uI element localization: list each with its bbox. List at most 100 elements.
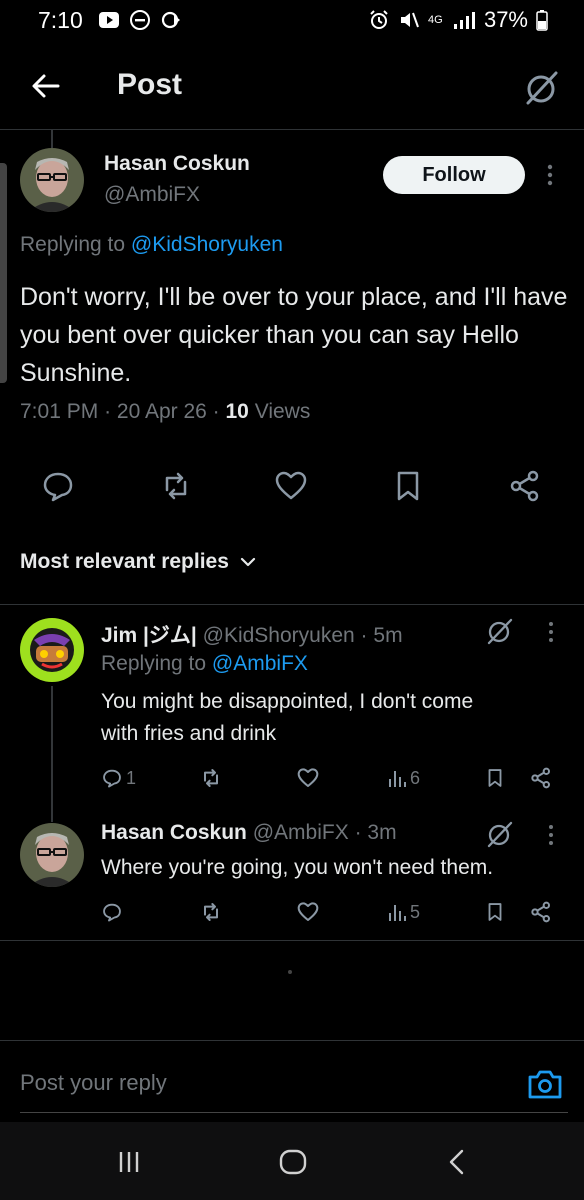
more-vertical-icon — [547, 164, 553, 186]
follow-button[interactable]: Follow — [383, 156, 525, 194]
grok-button[interactable] — [485, 616, 515, 646]
avatar[interactable] — [20, 148, 84, 212]
camera-icon — [528, 1070, 562, 1099]
post-date[interactable]: 20 Apr 26 — [117, 400, 207, 423]
like-button[interactable] — [296, 764, 320, 792]
like-button[interactable] — [296, 898, 320, 926]
grok-icon — [526, 71, 558, 105]
views-chart-icon — [389, 905, 406, 921]
post-time[interactable]: 7:01 PM — [20, 400, 98, 423]
avatar-image — [20, 823, 84, 887]
reply-sort-dropdown[interactable]: Most relevant replies — [20, 550, 257, 574]
reply-age[interactable]: 3m — [367, 821, 396, 844]
back-button[interactable] — [28, 68, 64, 104]
meta-separator: · — [212, 400, 220, 423]
reply-text-line: You might be disappointed, I don't come — [101, 690, 474, 713]
reply-text-line: Where you're going, you won't need them. — [101, 856, 494, 879]
post-text: Don't worry, I'll be over to your place,… — [20, 283, 568, 387]
avatar-image — [20, 148, 84, 212]
thread-connector — [51, 130, 53, 148]
share-icon — [510, 470, 539, 502]
reply-button[interactable]: 1 — [101, 764, 136, 792]
post-action-bar — [0, 468, 584, 508]
reply-composer: Post your reply — [0, 1040, 584, 1116]
more-vertical-icon — [549, 825, 553, 845]
avatar[interactable] — [20, 618, 84, 682]
thread-line — [51, 686, 53, 822]
views-count: 6 — [410, 767, 421, 788]
scroll-indicator[interactable] — [0, 163, 7, 383]
views-button[interactable]: 5 — [387, 898, 420, 926]
reply-action-bar: 1 6 — [0, 764, 584, 794]
signal-icon — [452, 10, 476, 30]
avatar-image — [20, 618, 84, 682]
replies-divider — [0, 940, 584, 941]
repost-button[interactable] — [199, 898, 223, 926]
avatar[interactable] — [20, 823, 84, 887]
page-title: Post — [117, 68, 183, 101]
home-button[interactable] — [277, 1146, 309, 1178]
reply-author-handle[interactable]: @KidShoryuken — [203, 624, 355, 647]
replying-to-link[interactable]: @KidShoryuken — [131, 233, 283, 256]
reply-age[interactable]: 5m — [373, 624, 402, 647]
repost-button[interactable] — [158, 468, 194, 504]
replying-to-link[interactable]: @AmbiFX — [212, 652, 308, 675]
reply-input[interactable]: Post your reply — [20, 1070, 167, 1096]
recent-apps-button[interactable] — [113, 1146, 145, 1178]
reply-count: 1 — [126, 767, 137, 788]
share-icon — [531, 901, 550, 923]
reply-author-handle[interactable]: @AmbiFX — [253, 821, 349, 844]
author-name[interactable]: Hasan Coskun — [104, 152, 250, 176]
home-icon — [279, 1149, 307, 1175]
reply-header: Jim |ジム| @KidShoryuken · 5m — [101, 619, 403, 649]
meta-separator: · — [360, 624, 368, 647]
replying-prefix: Replying to — [101, 652, 207, 675]
network-type: 4G — [427, 13, 443, 26]
views-count[interactable]: 10 — [226, 400, 249, 423]
header-divider — [0, 129, 584, 130]
repost-button[interactable] — [199, 764, 223, 792]
repost-icon — [204, 903, 218, 921]
status-bar: 7:10 4G 37% — [0, 0, 584, 44]
more-button[interactable] — [542, 162, 558, 188]
replying-to: Replying to @KidShoryuken — [20, 233, 283, 257]
views-button[interactable]: 6 — [387, 764, 420, 792]
dnd-icon — [129, 9, 151, 31]
more-button[interactable] — [546, 620, 556, 644]
repost-icon — [204, 769, 218, 787]
comment-icon — [43, 472, 73, 502]
camera-button[interactable] — [527, 1068, 563, 1100]
share-button[interactable] — [529, 898, 553, 926]
bookmark-button[interactable] — [390, 468, 426, 504]
views-label[interactable]: Views — [255, 400, 311, 423]
repost-icon — [165, 472, 187, 500]
status-right: 4G 37% — [368, 7, 548, 33]
battery-icon — [536, 9, 548, 31]
bookmark-button[interactable] — [484, 898, 506, 926]
input-underline — [20, 1112, 568, 1113]
meta-separator: · — [354, 821, 362, 844]
share-button[interactable] — [529, 764, 553, 792]
grok-button[interactable] — [485, 819, 515, 849]
views-count: 5 — [410, 901, 421, 922]
app-notification-icon — [160, 9, 182, 31]
author-handle[interactable]: @AmbiFX — [104, 183, 200, 207]
heart-icon — [275, 471, 307, 500]
sort-label: Most relevant replies — [20, 550, 229, 573]
reply-author-name[interactable]: Hasan Coskun — [101, 821, 247, 844]
share-button[interactable] — [507, 468, 543, 504]
more-button[interactable] — [546, 823, 556, 847]
bookmark-button[interactable] — [484, 764, 506, 792]
chevron-down-icon — [240, 557, 256, 567]
reply-author-name[interactable]: Jim |ジム| — [101, 624, 197, 647]
grok-button[interactable] — [522, 68, 562, 108]
like-button[interactable] — [273, 468, 309, 504]
recent-apps-icon — [119, 1152, 139, 1172]
reply-button[interactable] — [101, 898, 123, 926]
reply-button[interactable] — [40, 468, 76, 504]
battery-percent: 37% — [483, 7, 528, 32]
system-back-button[interactable] — [441, 1146, 473, 1178]
app-header: Post — [0, 44, 584, 130]
youtube-icon — [98, 9, 120, 31]
meta-separator: · — [104, 400, 112, 423]
